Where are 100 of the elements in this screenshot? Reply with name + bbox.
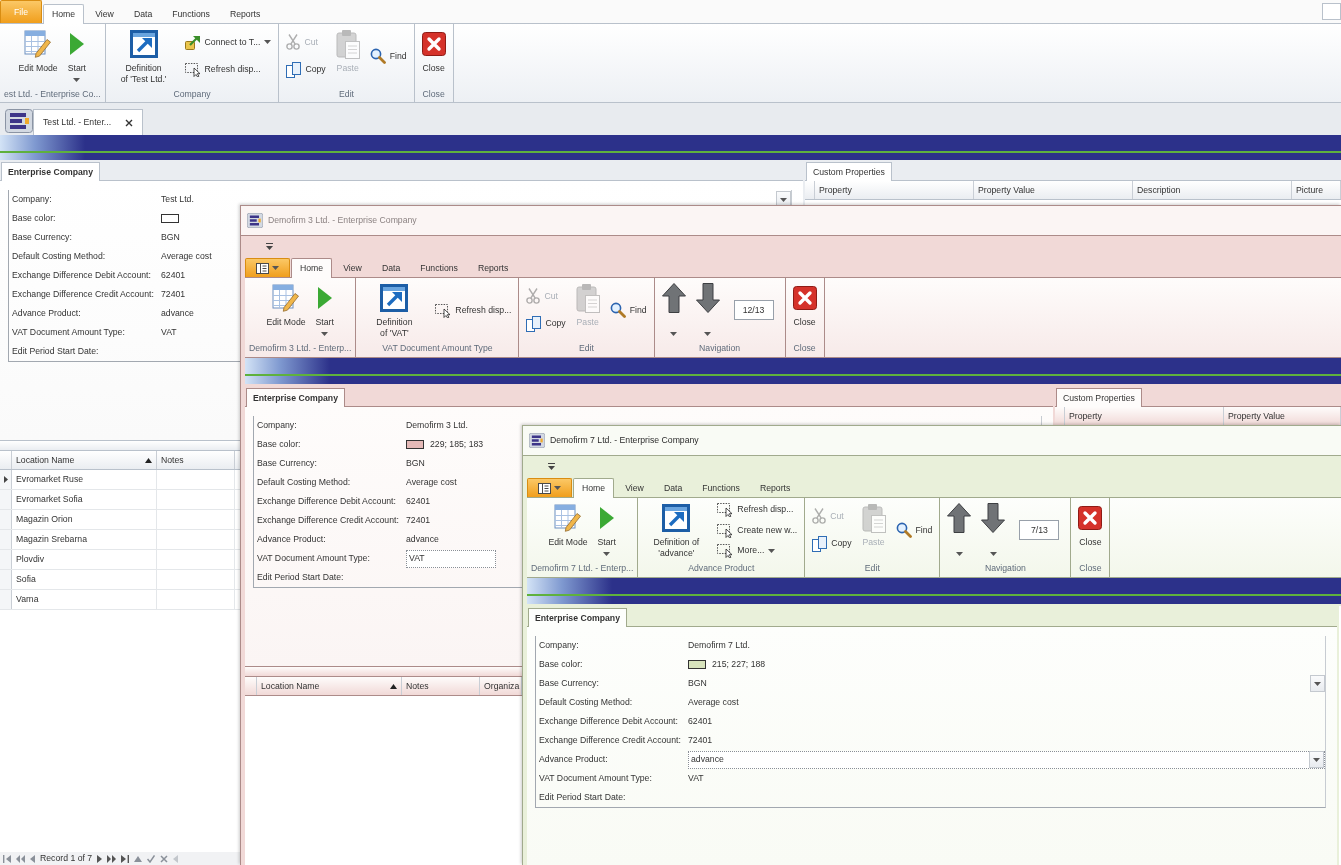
first-record-icon[interactable]	[3, 854, 11, 863]
next-page-icon[interactable]	[107, 854, 117, 863]
customize-icon[interactable]	[548, 462, 555, 470]
start-button[interactable]: Start	[310, 278, 339, 336]
input-field[interactable]	[1322, 3, 1341, 20]
close-button[interactable]: Close	[1073, 498, 1108, 548]
column-header[interactable]: Property Value	[974, 181, 1133, 199]
definition-button[interactable]: Definition of 'advance'	[640, 498, 713, 559]
ribbon-tab[interactable]: View	[616, 478, 653, 498]
field-value: 62401	[406, 496, 431, 507]
field-value: BGN	[688, 678, 707, 689]
app-menu-button[interactable]	[527, 478, 572, 497]
ribbon-tab[interactable]: Home	[43, 4, 85, 24]
ribbon-tab[interactable]: Reports	[468, 258, 518, 278]
create-button[interactable]: Create new w...	[715, 521, 800, 539]
find-button[interactable]: Find	[607, 301, 649, 319]
window-title: Demofirm 7 Ltd. - Enterprise Company	[550, 435, 699, 446]
dropdown-button[interactable]	[1309, 751, 1324, 768]
field-label: Company:	[12, 194, 53, 205]
field-label: Edit Period Start Date:	[539, 792, 627, 803]
connect-button[interactable]: Connect to T...	[182, 33, 274, 52]
copy-icon	[812, 535, 828, 552]
refresh-button[interactable]: Refresh disp...	[182, 60, 263, 79]
next-record-icon[interactable]	[97, 854, 103, 863]
dropdown-button[interactable]	[1310, 675, 1325, 692]
copy-button[interactable]: Copy	[524, 314, 568, 333]
copy-button[interactable]: Copy	[284, 60, 328, 79]
group-caption: Close	[792, 342, 817, 355]
column-header[interactable]: Property	[815, 181, 974, 199]
find-button[interactable]: Find	[367, 47, 409, 65]
group-caption: Edit	[577, 342, 595, 355]
ribbon-tab[interactable]: Reports	[220, 4, 270, 24]
down-arrow-icon	[695, 283, 720, 313]
caret-icon	[554, 486, 561, 490]
ribbon-tab[interactable]: Reports	[750, 478, 800, 498]
column-header[interactable]: Location Name	[257, 677, 402, 695]
column-header[interactable]: Location Name	[12, 451, 157, 469]
splitter-bar[interactable]	[0, 440, 240, 451]
app-menu-button[interactable]	[245, 258, 290, 277]
ribbon-tab[interactable]: Home	[291, 258, 333, 278]
row-header[interactable]	[0, 470, 12, 489]
column-header[interactable]: Picture	[1292, 181, 1341, 199]
panel-tab[interactable]: Custom Properties	[806, 162, 892, 181]
ribbon-tab[interactable]: Functions	[693, 478, 749, 498]
last-record-icon[interactable]	[121, 854, 130, 863]
copy-icon	[286, 61, 302, 78]
customize-icon[interactable]	[266, 242, 273, 250]
ribbon-tab[interactable]: View	[334, 258, 371, 278]
column-header[interactable]: Description	[1133, 181, 1292, 199]
value-field[interactable]: VAT	[406, 549, 496, 568]
edit-mode-button[interactable]: Edit Mode	[543, 498, 593, 548]
edit-mode-button[interactable]: Edit Mode	[13, 24, 63, 74]
field-label: Edit Period Start Date:	[257, 572, 345, 583]
find-button[interactable]: Find	[893, 521, 935, 539]
definition-button[interactable]: Definition of 'VAT'	[358, 278, 431, 339]
left-triangle-icon[interactable]	[173, 854, 179, 863]
up-triangle-icon[interactable]	[134, 854, 143, 863]
field-label: Base color:	[257, 439, 302, 450]
current-row-icon	[3, 476, 8, 483]
copy-button[interactable]: Copy	[810, 534, 854, 553]
field-value: 72401	[161, 289, 186, 300]
previous-page-icon[interactable]	[16, 854, 25, 863]
edit-mode-button[interactable]: Edit Mode	[261, 278, 311, 328]
close-button[interactable]: Close	[787, 278, 822, 328]
app-logo-icon	[529, 433, 545, 448]
clipboard-icon	[861, 503, 886, 533]
close-icon	[125, 118, 134, 127]
field-label: Base color:	[12, 213, 57, 224]
ribbon-tab[interactable]: Data	[372, 258, 410, 278]
ribbon-tab[interactable]: Data	[654, 478, 692, 498]
panel-tab[interactable]: Enterprise Company	[528, 608, 627, 627]
ribbon-tab[interactable]: Data	[124, 4, 162, 24]
refresh-button[interactable]: Refresh disp...	[715, 500, 796, 519]
x-mark-icon[interactable]	[160, 854, 169, 863]
scissors-icon	[812, 508, 827, 525]
start-button[interactable]: Start	[62, 24, 92, 82]
ribbon-tab[interactable]: Home	[573, 478, 615, 498]
more-button[interactable]: More...	[715, 541, 778, 560]
counter-field[interactable]: 7/13	[1019, 520, 1060, 540]
panel-tab[interactable]: Enterprise Company	[246, 388, 345, 407]
column-header[interactable]: Notes	[157, 451, 235, 469]
close-button[interactable]: Close	[416, 24, 451, 74]
clipboard-icon	[575, 283, 600, 313]
refresh-button[interactable]: Refresh disp...	[433, 301, 514, 319]
ribbon-tab[interactable]: Functions	[163, 4, 219, 24]
panel-tab[interactable]: Enterprise Company	[1, 162, 100, 181]
document-tab[interactable]: Test Ltd. - Enter...	[33, 109, 144, 135]
check-icon[interactable]	[147, 854, 156, 863]
previous-record-icon[interactable]	[30, 854, 35, 863]
field-value: VAT	[161, 327, 177, 338]
splitter-bar[interactable]	[245, 666, 522, 677]
panel-tab[interactable]: Custom Properties	[1056, 388, 1142, 407]
group-caption: VAT Document Amount Type	[381, 342, 494, 355]
counter-field[interactable]: 12/13	[733, 300, 774, 320]
definition-button[interactable]: Definition of 'Test Ltd.'	[107, 24, 180, 85]
value-field[interactable]: advance	[688, 750, 1325, 769]
column-header[interactable]: Notes	[402, 677, 480, 695]
ribbon-tab[interactable]: View	[86, 4, 123, 24]
ribbon-tab[interactable]: Functions	[411, 258, 467, 278]
start-button[interactable]: Start	[592, 498, 621, 556]
